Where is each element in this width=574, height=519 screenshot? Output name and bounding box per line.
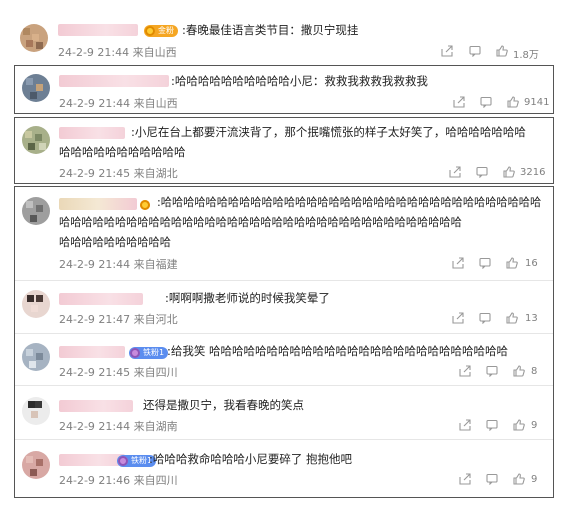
username-blurred[interactable] (59, 127, 125, 139)
comment-time: 24-2-9 21:44 来自山西 (59, 97, 178, 110)
comment-time: 24-2-9 21:44 来自湖南 (59, 420, 178, 433)
like-icon[interactable] (513, 419, 525, 431)
comment-icon[interactable] (486, 365, 498, 377)
comment-icon[interactable] (479, 312, 491, 324)
avatar[interactable] (22, 451, 50, 479)
comment-list-frame: 金粉 :春晚最佳语言类节目：撒贝宁现挂 24-2-9 21:44 来自山西 1.… (0, 0, 574, 519)
comment-item: :小尼在台上都要汗流浃背了，那个抿嘴慌张的样子太好笑了，哈哈哈哈哈哈哈 哈哈哈哈… (14, 117, 554, 184)
like-icon[interactable] (506, 257, 518, 269)
comment-icon[interactable] (479, 257, 491, 269)
like-count: 16 (525, 258, 538, 269)
comment-time: 24-2-9 21:45 来自四川 (59, 366, 178, 379)
share-icon[interactable] (459, 365, 471, 377)
like-count: 8 (531, 366, 538, 377)
avatar[interactable] (20, 24, 48, 52)
comment-text: :哈哈哈哈哈哈哈哈哈哈哈哈哈哈哈哈哈哈哈哈哈哈哈哈哈哈哈哈哈哈哈哈哈哈 (157, 196, 542, 209)
comment-text-cont: 哈哈哈哈哈哈哈哈哈哈哈哈哈哈哈哈哈哈哈哈哈哈哈哈哈哈哈哈哈哈哈哈哈哈哈哈 (59, 216, 462, 229)
like-icon[interactable] (506, 312, 518, 324)
comment-time: 24-2-9 21:45 来自湖北 (59, 167, 178, 180)
like-count: 13 (525, 313, 538, 324)
username-blurred[interactable] (59, 454, 125, 466)
avatar[interactable] (22, 126, 50, 154)
like-icon[interactable] (503, 166, 515, 178)
avatar[interactable] (22, 343, 50, 371)
like-count: 9141 (524, 97, 550, 108)
comment-icon[interactable] (480, 96, 492, 108)
comment-text-cont: 哈哈哈哈哈哈哈哈哈哈哈 (59, 145, 186, 159)
like-count: 9 (531, 474, 538, 485)
comment-item: 金粉 :春晚最佳语言类节目：撒贝宁现挂 24-2-9 21:44 来自山西 1.… (0, 20, 574, 65)
share-icon[interactable] (452, 257, 464, 269)
share-icon[interactable] (459, 473, 471, 485)
comment-list-box: :哈哈哈哈哈哈哈哈哈哈哈哈哈哈哈哈哈哈哈哈哈哈哈哈哈哈哈哈哈哈哈哈哈哈 哈哈哈哈… (14, 186, 554, 498)
comment-text: :小尼在台上都要汗流浃背了，那个抿嘴慌张的样子太好笑了，哈哈哈哈哈哈哈 (131, 125, 526, 139)
divider (15, 439, 553, 440)
divider (15, 385, 553, 386)
comment-text: :哈哈哈哈哈哈哈哈哈哈小尼：救救我救救我救救我 (171, 74, 428, 88)
fan-badge: 铁粉1 (129, 347, 169, 359)
like-icon[interactable] (513, 473, 525, 485)
like-count: 3216 (520, 167, 546, 178)
divider (15, 333, 553, 334)
avatar[interactable] (22, 290, 50, 318)
comment-time: 24-2-9 21:44 来自福建 (59, 258, 178, 271)
avatar[interactable] (22, 197, 50, 225)
comment-text-cont: 哈哈哈哈哈哈哈哈哈哈 (59, 236, 171, 249)
comment-text: :啊啊啊撒老师说的时候我笑晕了 (165, 291, 330, 305)
comment-text: 还得是撒贝宁，我看春晚的笑点 (143, 398, 304, 412)
share-icon[interactable] (441, 45, 453, 57)
username-blurred[interactable] (59, 293, 143, 305)
username-blurred[interactable] (58, 24, 138, 36)
comment-icon[interactable] (486, 419, 498, 431)
share-icon[interactable] (459, 419, 471, 431)
share-icon[interactable] (449, 166, 461, 178)
username-blurred[interactable] (59, 346, 125, 358)
like-icon[interactable] (513, 365, 525, 377)
username-blurred[interactable] (59, 400, 133, 412)
like-count: 1.8万 (513, 50, 539, 61)
username-blurred[interactable] (59, 75, 169, 87)
like-icon[interactable] (507, 96, 519, 108)
vip-icon (139, 199, 150, 211)
username-blurred[interactable] (59, 198, 137, 210)
comment-time: 24-2-9 21:47 来自河北 (59, 313, 178, 326)
avatar[interactable] (22, 397, 50, 425)
comment-time: 24-2-9 21:46 来自四川 (59, 474, 178, 487)
share-icon[interactable] (453, 96, 465, 108)
share-icon[interactable] (452, 312, 464, 324)
comment-icon[interactable] (469, 45, 481, 57)
avatar[interactable] (22, 74, 50, 102)
divider (15, 280, 553, 281)
comment-item: :哈哈哈哈哈哈哈哈哈哈小尼：救救我救救我救救我 24-2-9 21:44 来自山… (14, 65, 554, 114)
comment-text: :给我笑 哈哈哈哈哈哈哈哈哈哈哈哈哈哈哈哈哈哈哈哈哈哈哈哈哈哈 (167, 344, 509, 358)
like-icon[interactable] (496, 45, 508, 57)
comment-text: :春晚最佳语言类节目：撒贝宁现挂 (182, 23, 359, 37)
fan-badge: 金粉 (144, 25, 178, 37)
comment-time: 24-2-9 21:44 来自山西 (58, 46, 177, 59)
comment-text: :哈哈哈救命哈哈哈小尼要碎了 抱抱他吧 (149, 452, 353, 466)
comment-icon[interactable] (486, 473, 498, 485)
like-count: 9 (531, 420, 538, 431)
comment-icon[interactable] (476, 166, 488, 178)
